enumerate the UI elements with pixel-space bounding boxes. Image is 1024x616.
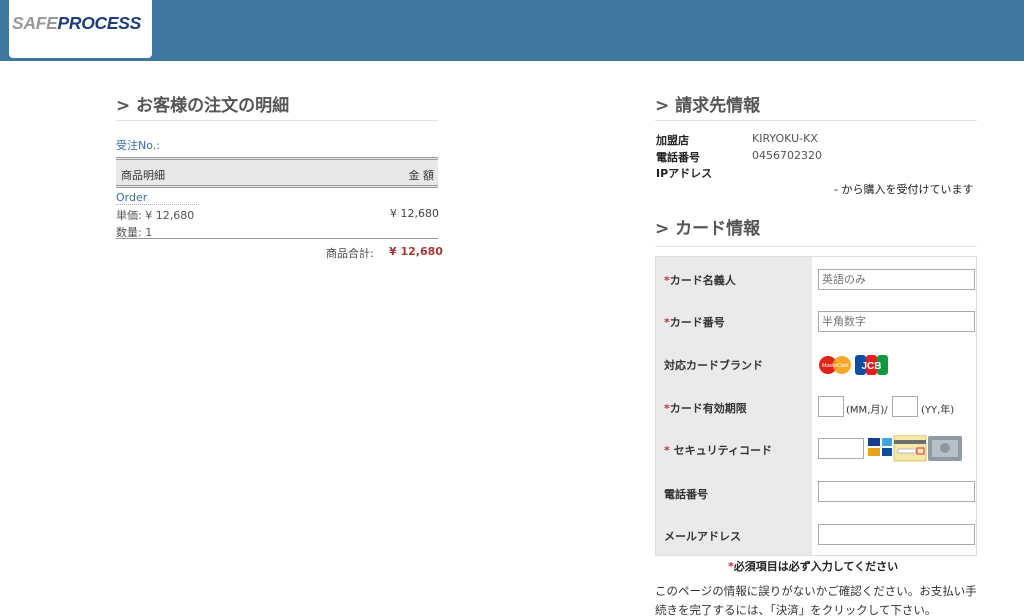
card-form: *カード名義人 *カード番号 対応カードブランド MasterCard JCB … — [655, 256, 977, 556]
required-notice: *必須項目は必ず入力してください — [728, 558, 898, 574]
brand-mc-text: MasterCard — [822, 363, 848, 369]
billing-info-title: > 請求先情報 — [655, 96, 761, 116]
confirm-instructions: このページの情報に誤りがないかご確認ください。お支払い手続きを完了するには、「決… — [655, 584, 977, 616]
card-number-label: *カード番号 — [664, 314, 725, 330]
billing-phone-value: 0456702320 — [752, 149, 822, 162]
required-notice-text: 必須項目は必ず入力してください — [733, 560, 899, 573]
expiry-month-input[interactable] — [818, 396, 844, 417]
subtotal-value: ¥ 12,680 — [389, 245, 443, 258]
card-expiry-text: カード有効期限 — [669, 402, 747, 415]
billing-title-divider — [655, 120, 977, 121]
item-amount: ¥ 12,680 — [390, 207, 439, 220]
card-holder-label: *カード名義人 — [664, 272, 736, 288]
expiry-year-unit: (YY,年) — [921, 405, 955, 416]
card-info-title: > カード情報 — [655, 219, 761, 239]
card-brands-label: 対応カードブランド — [664, 359, 763, 372]
required-mark: * — [664, 444, 670, 457]
email-input[interactable] — [818, 524, 975, 545]
brand-jcb-text: JCB — [861, 361, 881, 372]
expiry-month-unit: (MM,月)/ — [846, 405, 888, 416]
top-header-bar: SAFEPROCESS — [0, 0, 1024, 61]
card-holder-input[interactable] — [818, 269, 975, 290]
order-details-title: > お客様の注文の明細 — [116, 96, 290, 116]
security-code-label: * セキュリティコード — [664, 442, 772, 458]
phone-input[interactable] — [818, 481, 975, 502]
expiry-year-input[interactable] — [892, 396, 918, 417]
card-number-text: カード番号 — [669, 316, 725, 329]
security-code-text: セキュリティコード — [673, 444, 772, 457]
logo-safe: SAFE — [12, 13, 58, 33]
card-title-divider — [655, 246, 977, 247]
order-number-label: 受注No.: — [116, 139, 160, 152]
logo-process: PROCESS — [57, 13, 141, 33]
email-label: メールアドレス — [664, 530, 741, 543]
billing-phone-label: 電話番号 — [656, 151, 700, 164]
logo-text: SAFEPROCESS — [12, 13, 141, 34]
column-amount: 金 額 — [408, 169, 435, 182]
order-item-link[interactable]: Order — [116, 191, 200, 205]
security-code-help-icon — [868, 434, 964, 467]
order-title-divider — [116, 120, 438, 121]
merchant-value: KIRYOKU-KX — [752, 132, 818, 145]
safe-process-logo: SAFEPROCESS — [9, 0, 152, 58]
subtotal-label: 商品合計: — [326, 247, 374, 260]
card-number-input[interactable] — [818, 311, 975, 332]
column-item: 商品明細 — [121, 169, 165, 182]
unit-price: 単価: ¥ 12,680 — [116, 209, 195, 222]
card-brand-logos: MasterCard JCB — [818, 353, 896, 381]
card-holder-text: カード名義人 — [669, 274, 736, 287]
merchant-label: 加盟店 — [656, 134, 689, 147]
card-back-icon — [868, 434, 962, 462]
order-total-divider — [116, 238, 438, 239]
ip-address-label: IPアドレス — [656, 167, 713, 180]
phone-label: 電話番号 — [664, 488, 708, 501]
mastercard-jcb-icon: MasterCard JCB — [819, 355, 888, 375]
security-code-input[interactable] — [818, 438, 864, 459]
card-expiry-label: *カード有効期限 — [664, 400, 747, 416]
accept-text: - から購入を受付けています — [834, 183, 974, 196]
order-table-header: 商品明細 金 額 — [116, 157, 438, 188]
